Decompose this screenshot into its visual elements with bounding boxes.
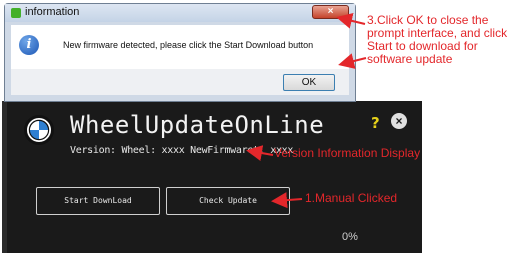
information-dialog: information × i New firmware detected, p… (4, 3, 356, 102)
annotation-step1: 1.Manual Clicked (305, 191, 398, 205)
dialog-footer: OK (11, 69, 349, 95)
app-small-icon (11, 8, 21, 18)
progress-percent: 0% (342, 231, 358, 243)
dialog-close-button[interactable]: × (312, 5, 349, 19)
help-icon[interactable]: ? (371, 114, 380, 132)
app-title: WheelUpdateOnLine (70, 111, 325, 139)
version-info: Version: Wheel: xxxx NewFirmwaret: xxxx (70, 145, 294, 156)
close-icon[interactable]: × (391, 113, 407, 129)
info-icon: i (19, 35, 39, 55)
wheel-update-app-window: WheelUpdateOnLine ? × Version: Wheel: xx… (2, 101, 422, 253)
window-edge (2, 101, 7, 253)
bmw-roundel-icon (24, 115, 54, 145)
dialog-message: New firmware detected, please click the … (63, 40, 314, 50)
annotation-version-info: Version Information Display (274, 146, 421, 160)
dialog-body: i New firmware detected, please click th… (11, 25, 349, 95)
start-download-button[interactable]: Start DownLoad (36, 187, 160, 215)
dialog-title: information (25, 6, 80, 18)
check-update-button[interactable]: Check Update (166, 187, 290, 215)
dialog-titlebar[interactable]: information × (5, 4, 355, 22)
ok-button[interactable]: OK (283, 74, 335, 91)
annotation-step3: 3.Click OK to close the prompt interface… (367, 13, 508, 66)
